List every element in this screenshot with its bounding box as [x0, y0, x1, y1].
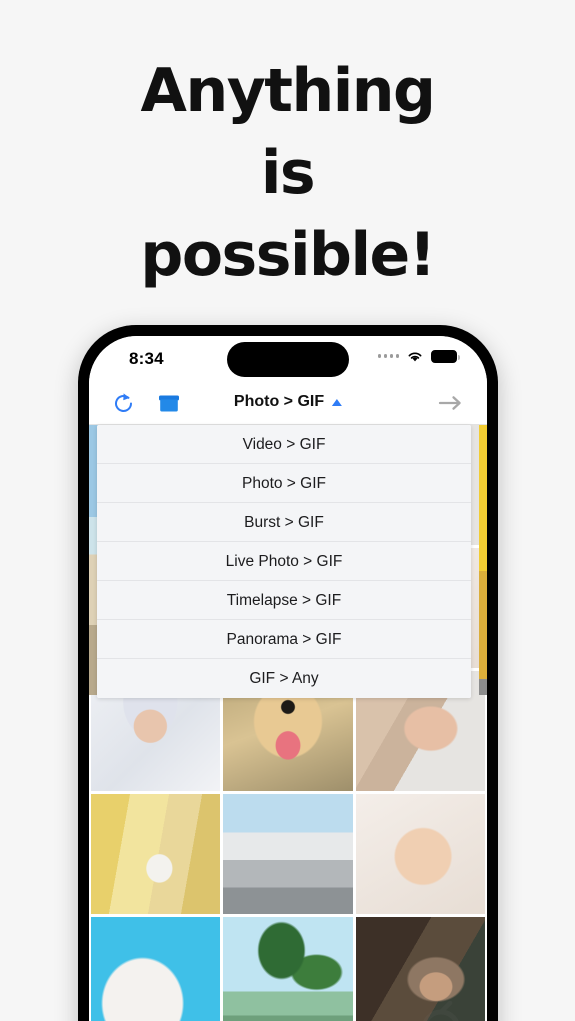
wifi-icon [408, 352, 422, 362]
headline-line-2: is [260, 138, 316, 208]
nav-title-text: Photo > GIF [233, 393, 325, 410]
menu-item[interactable]: Panorama > GIF [97, 620, 471, 659]
phone-mockup: 8:34 Photo > GIF Video > GIF Photo > GIF… [78, 325, 498, 1021]
photo-baby-blueeyes[interactable] [355, 794, 485, 914]
phone-screen: 8:34 Photo > GIF Video > GIF Photo > GIF… [89, 336, 487, 1021]
photo-thumbnail [355, 794, 485, 914]
dynamic-island [227, 342, 349, 377]
nav-bar: Photo > GIF [89, 383, 487, 425]
menu-item[interactable]: Photo > GIF [97, 464, 471, 503]
conversion-mode-dropdown[interactable]: Video > GIF Photo > GIF Burst > GIF Live Ph… [97, 425, 471, 698]
refresh-icon[interactable] [111, 391, 136, 416]
triangle-up-icon[interactable] [332, 398, 343, 406]
status-bar: 8:34 [89, 336, 487, 383]
photo-city-street[interactable] [223, 794, 353, 914]
battery-full-icon [431, 349, 460, 363]
menu-item[interactable]: Video > GIF [97, 425, 471, 464]
headline-line-3: possible! [140, 220, 436, 290]
menu-item[interactable]: Live Photo > GIF [97, 542, 471, 581]
status-indicators [377, 349, 460, 363]
photo-woman-hijab[interactable] [355, 917, 485, 1021]
folder-icon[interactable] [157, 393, 181, 414]
menu-item[interactable]: Burst > GIF [97, 503, 471, 542]
photo-palm-trees[interactable] [223, 917, 353, 1021]
headline-line-1: Anything [140, 56, 436, 126]
photo-thumbnail [355, 917, 485, 1021]
menu-item[interactable]: GIF > Any [97, 659, 471, 698]
photo-thumbnail [223, 794, 353, 914]
status-time: 8:34 [129, 349, 164, 368]
photo-thumbnail [223, 917, 353, 1021]
signal-dots-icon [377, 354, 399, 358]
photo-woman-aodai[interactable] [91, 794, 221, 914]
menu-item[interactable]: Timelapse > GIF [97, 581, 471, 620]
photo-thumbnail [91, 917, 221, 1021]
photo-strip-left [89, 425, 97, 695]
nav-title-dropdown-trigger[interactable]: Photo > GIF [233, 393, 343, 411]
arrow-right-icon[interactable] [437, 394, 465, 412]
photo-thumbnail [91, 794, 221, 914]
photo-strip-right [479, 425, 487, 695]
photo-white-cat[interactable] [91, 917, 221, 1021]
page-title: Anything is possible! [0, 50, 575, 296]
